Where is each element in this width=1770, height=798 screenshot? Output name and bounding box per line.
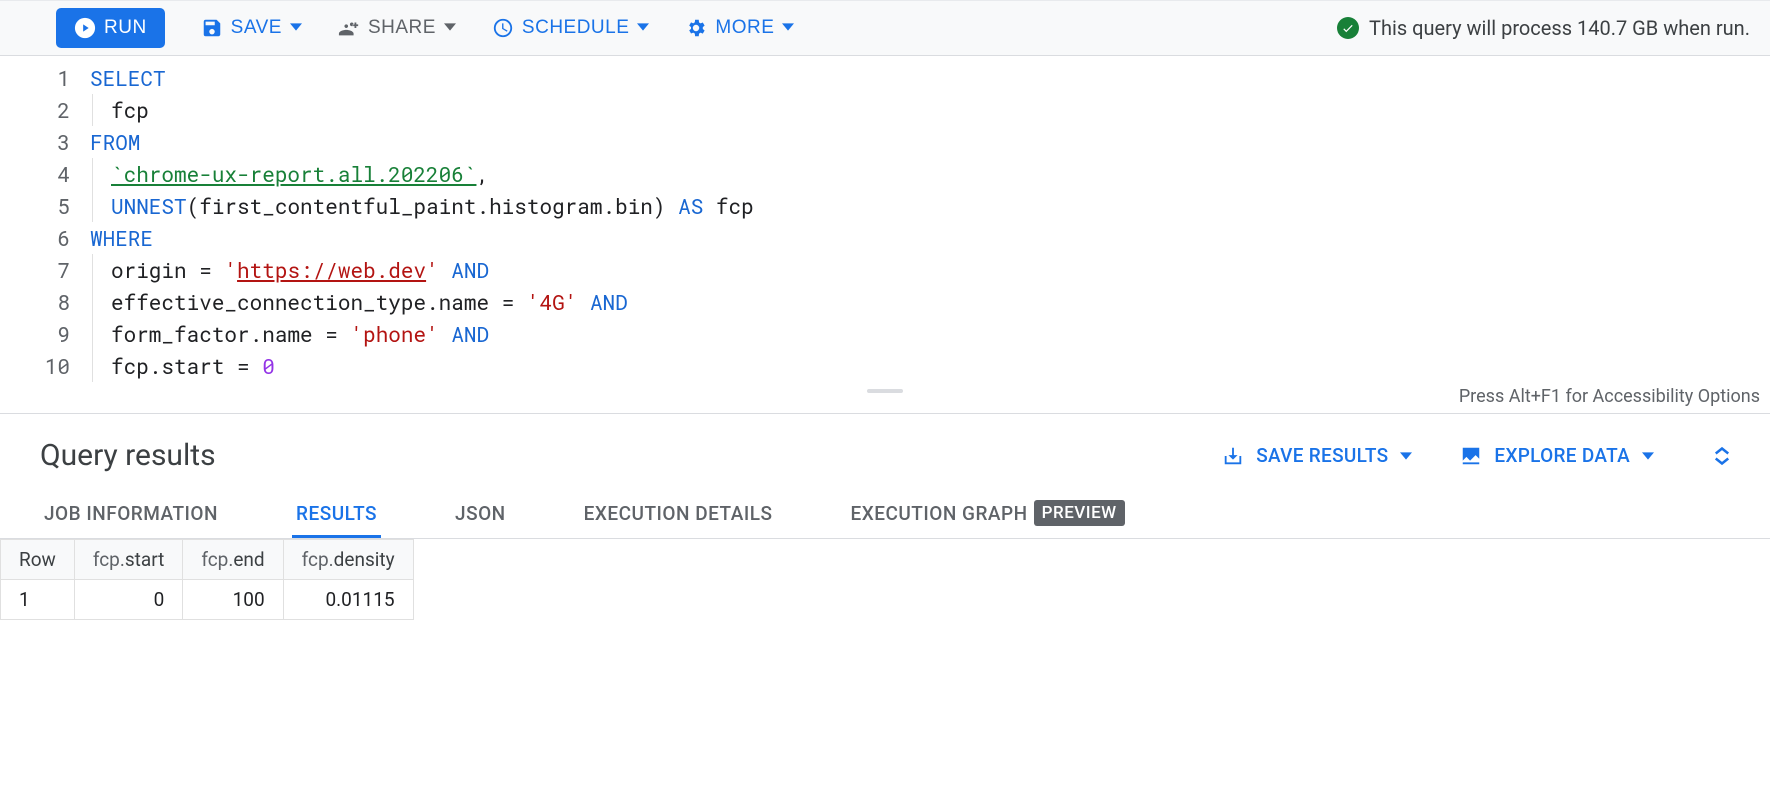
save-button[interactable]: SAVE xyxy=(201,17,302,39)
chevron-down-icon xyxy=(444,17,456,39)
schedule-button[interactable]: SCHEDULE xyxy=(492,17,649,39)
chevron-down-icon xyxy=(1400,444,1412,467)
col-fcp-density: fcp.density xyxy=(283,540,413,580)
query-status: This query will process 140.7 GB when ru… xyxy=(1337,16,1750,40)
run-label: RUN xyxy=(104,17,147,39)
play-icon xyxy=(74,17,96,39)
results-table: Rowfcp.startfcp.endfcp.density101000.011… xyxy=(0,539,414,620)
save-icon xyxy=(201,17,223,39)
sql-editor[interactable]: 12345678910 SELECTfcpFROM`chrome-ux-repo… xyxy=(0,56,1770,413)
chevron-down-icon xyxy=(637,17,649,39)
share-button[interactable]: SHARE xyxy=(338,17,456,39)
explore-data-button[interactable]: EXPLORE DATA xyxy=(1460,444,1654,467)
chart-icon xyxy=(1460,445,1482,467)
table-row[interactable]: 101000.01115 xyxy=(1,580,414,620)
clock-icon xyxy=(492,17,514,39)
tab-json[interactable]: JSON xyxy=(451,491,510,538)
explore-data-label: EXPLORE DATA xyxy=(1494,444,1630,467)
chevron-down-icon xyxy=(290,17,302,39)
results-title: Query results xyxy=(40,438,216,473)
tab-job-information[interactable]: JOB INFORMATION xyxy=(40,491,222,538)
tab-execution-graph[interactable]: EXECUTION GRAPHPREVIEW xyxy=(846,491,1128,538)
query-toolbar: RUN SAVE SHARE SCHEDULE MORE xyxy=(0,0,1770,56)
resize-handle[interactable] xyxy=(867,389,903,393)
chevron-down-icon xyxy=(782,17,794,39)
gear-icon xyxy=(685,17,707,39)
tab-execution-details[interactable]: EXECUTION DETAILS xyxy=(580,491,777,538)
save-results-button[interactable]: SAVE RESULTS xyxy=(1222,444,1412,467)
tab-results[interactable]: RESULTS xyxy=(292,491,381,538)
more-button[interactable]: MORE xyxy=(685,17,794,39)
schedule-label: SCHEDULE xyxy=(522,17,629,39)
check-circle-icon xyxy=(1337,17,1359,39)
results-tabs: JOB INFORMATION RESULTS JSON EXECUTION DETA… xyxy=(0,491,1770,539)
more-label: MORE xyxy=(715,17,774,39)
save-label: SAVE xyxy=(231,17,282,39)
col-fcp-end: fcp.end xyxy=(183,540,283,580)
status-text: This query will process 140.7 GB when ru… xyxy=(1369,16,1750,40)
col-fcp-start: fcp.start xyxy=(74,540,183,580)
save-results-label: SAVE RESULTS xyxy=(1256,444,1388,467)
accessibility-hint: Press Alt+F1 for Accessibility Options xyxy=(0,382,1770,409)
badge-preview: PREVIEW xyxy=(1034,500,1125,526)
share-label: SHARE xyxy=(368,17,436,39)
expand-collapse-toggle[interactable] xyxy=(1714,446,1730,466)
results-header: Query results SAVE RESULTS EXPLORE DATA xyxy=(0,413,1770,491)
col-Row: Row xyxy=(1,540,75,580)
chevron-down-icon xyxy=(1642,444,1654,467)
share-icon xyxy=(338,17,360,39)
run-button[interactable]: RUN xyxy=(56,8,165,48)
download-icon xyxy=(1222,445,1244,467)
